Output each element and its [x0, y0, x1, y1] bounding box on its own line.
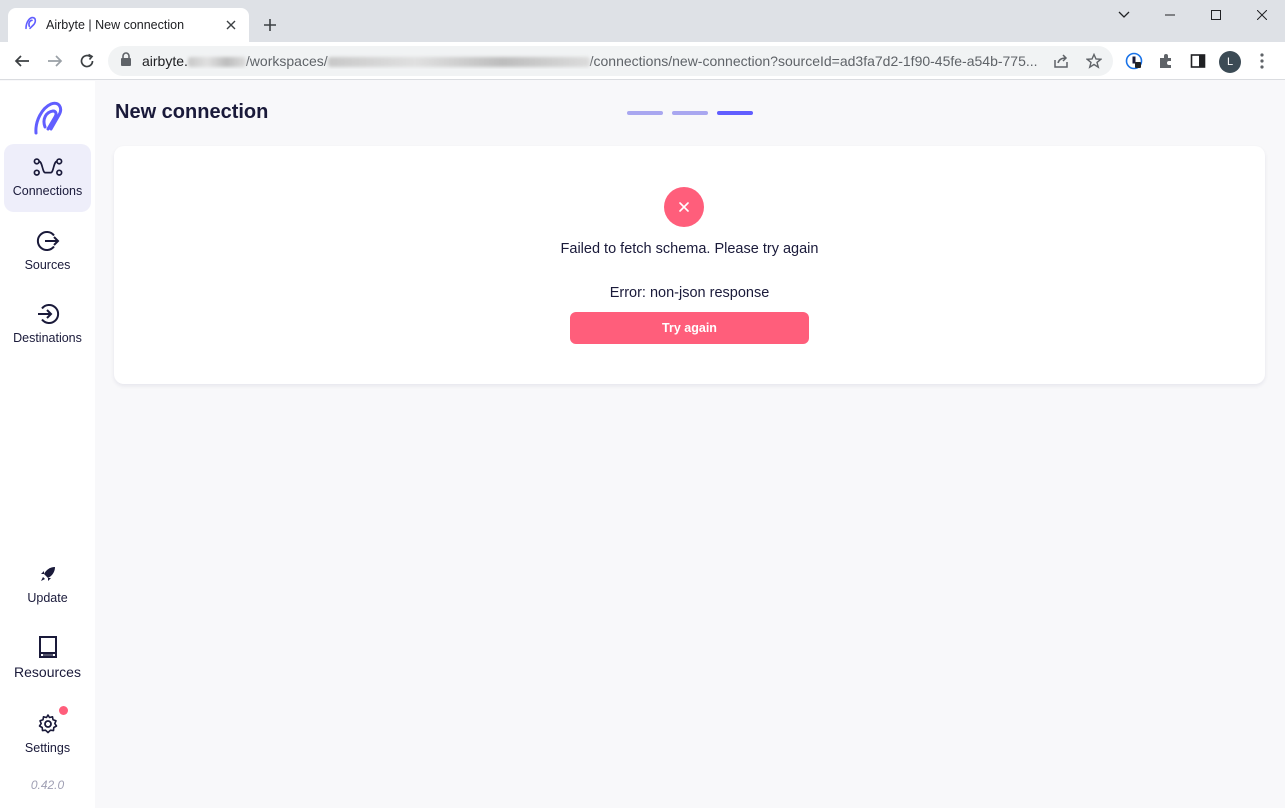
side-panel-icon[interactable]	[1188, 51, 1208, 71]
sidebar-item-resources[interactable]: Resources	[4, 624, 91, 692]
sidebar-item-label: Destinations	[13, 331, 82, 345]
sidebar-item-settings[interactable]: Settings	[4, 701, 91, 769]
step-indicator-1	[627, 111, 663, 115]
tab-title: Airbyte | New connection	[46, 18, 185, 32]
address-bar[interactable]: airbyte./workspaces//connections/new-con…	[108, 46, 1113, 76]
tab-close-icon[interactable]	[223, 17, 239, 33]
page-title: New connection	[115, 101, 269, 123]
airbyte-logo-icon[interactable]	[30, 97, 66, 137]
error-message: Failed to fetch schema. Please try again	[560, 241, 819, 257]
sidebar-item-label: Update	[27, 591, 68, 605]
try-again-button[interactable]: Try again	[570, 312, 809, 344]
tab-search-chevron-icon[interactable]	[1101, 0, 1147, 30]
sidebar-item-label: Resources	[14, 664, 81, 680]
maximize-icon[interactable]	[1193, 0, 1239, 30]
url-text: airbyte./workspaces//connections/new-con…	[142, 53, 1038, 69]
profile-avatar[interactable]: L	[1219, 51, 1241, 73]
minimize-icon[interactable]	[1147, 0, 1193, 30]
step-indicator-3-current	[717, 111, 753, 115]
error-x-icon	[664, 187, 704, 227]
window-controls	[1101, 0, 1285, 32]
forward-arrow-icon[interactable]	[43, 49, 67, 73]
gear-icon	[33, 711, 63, 737]
browser-titlebar: Airbyte | New connection	[0, 0, 1285, 42]
extensions-puzzle-icon[interactable]	[1156, 51, 1176, 71]
sidebar: Connections Sources Destinations Update …	[0, 81, 95, 808]
sidebar-item-connections[interactable]: Connections	[4, 144, 91, 212]
error-card: Failed to fetch schema. Please try again…	[114, 146, 1265, 384]
browser-menu-kebab-icon[interactable]	[1252, 51, 1272, 71]
sidebar-item-label: Settings	[24, 741, 71, 755]
version-label: 0.42.0	[30, 778, 65, 792]
sidebar-item-update[interactable]: Update	[4, 551, 91, 619]
sources-icon	[33, 228, 63, 254]
browser-tab[interactable]: Airbyte | New connection	[8, 8, 249, 42]
book-icon	[33, 634, 63, 660]
step-indicator-2	[672, 111, 708, 115]
sidebar-item-destinations[interactable]: Destinations	[4, 291, 91, 359]
destinations-icon	[33, 301, 63, 327]
reload-icon[interactable]	[75, 49, 99, 73]
airbyte-favicon-icon	[22, 15, 38, 36]
notification-dot	[59, 706, 68, 715]
new-tab-plus-icon[interactable]	[258, 13, 282, 37]
password-manager-extension-icon[interactable]	[1124, 51, 1144, 71]
main-content: New connection Failed to fetch schema. P…	[95, 81, 1285, 808]
error-detail: Error: non-json response	[609, 285, 770, 301]
browser-toolbar: airbyte./workspaces//connections/new-con…	[0, 42, 1285, 80]
sidebar-item-sources[interactable]: Sources	[4, 218, 91, 286]
sidebar-item-label: Sources	[24, 258, 71, 272]
lock-icon[interactable]	[120, 51, 132, 71]
window-close-icon[interactable]	[1239, 0, 1285, 30]
bookmark-star-icon[interactable]	[1085, 52, 1103, 70]
back-arrow-icon[interactable]	[10, 49, 34, 73]
share-icon[interactable]	[1052, 52, 1070, 70]
connections-icon	[33, 154, 63, 180]
rocket-icon	[33, 561, 63, 587]
sidebar-item-label: Connections	[12, 184, 83, 198]
